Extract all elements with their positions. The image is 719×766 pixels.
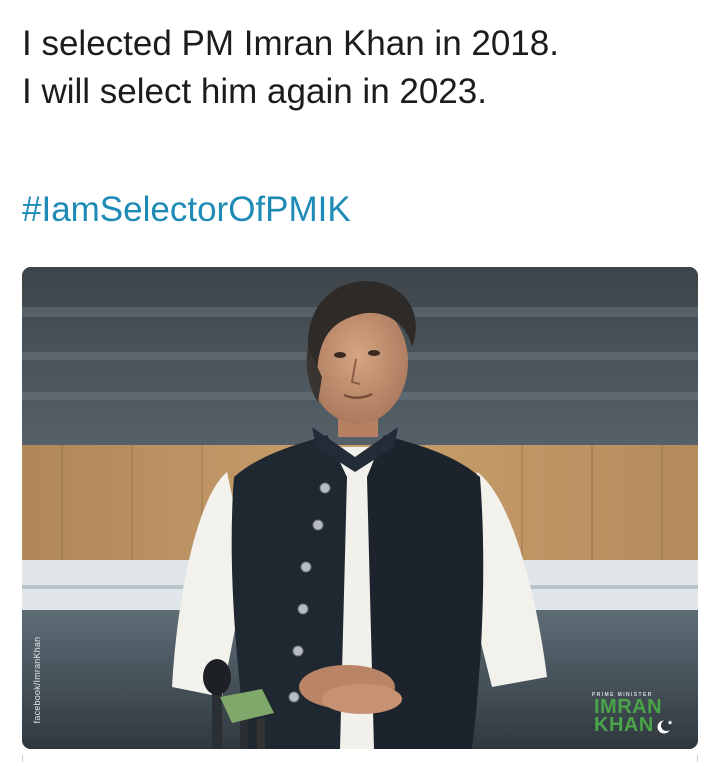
photo-illustration (22, 267, 698, 749)
imran-khan-logo: PRIME MINISTER IMRAN KHAN (570, 692, 680, 736)
caption-line-2: I will select him again in 2023. (22, 72, 487, 111)
hashtag-link[interactable]: #IamSelectorOfPMIK (22, 188, 351, 232)
logo-name-line-2: KHAN (594, 714, 654, 736)
post-photo[interactable]: facebook/ImranKhan PRIME MINISTER IMRAN … (22, 267, 698, 749)
crescent-star-icon (656, 718, 674, 734)
logo-name-line-2-wrap: KHAN (594, 714, 680, 736)
caption-line-1: I selected PM Imran Khan in 2018. (22, 24, 559, 63)
divider-mark-right (697, 755, 698, 762)
divider-mark-left (22, 755, 23, 762)
post-caption: I selected PM Imran Khan in 2018. I will… (22, 20, 702, 116)
side-watermark: facebook/ImranKhan (32, 636, 42, 724)
